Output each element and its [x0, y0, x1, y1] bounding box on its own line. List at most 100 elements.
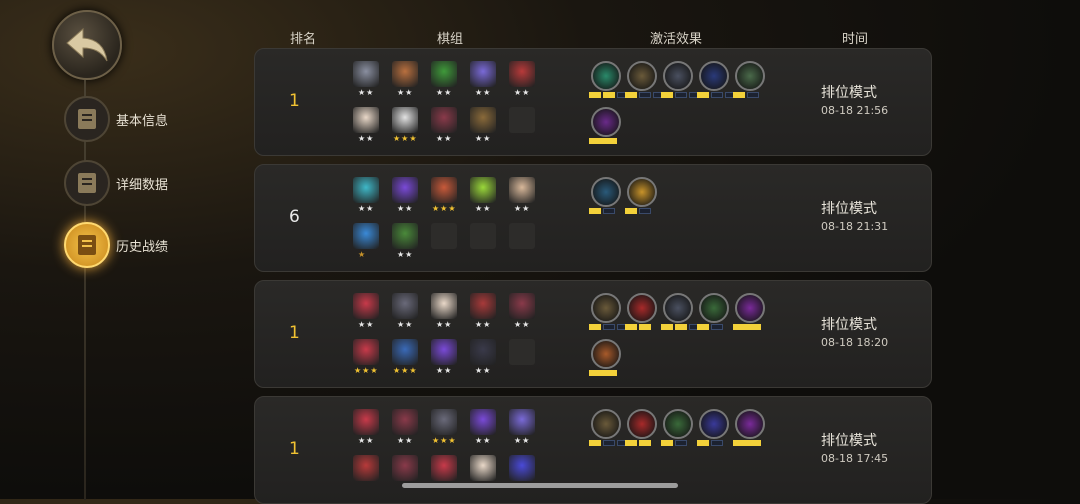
unit-stars: ★★★ [432, 204, 457, 213]
trait-level-bar [625, 324, 651, 330]
unit-portrait[interactable] [431, 293, 457, 319]
trait-level-bar [589, 440, 629, 446]
unit-portrait[interactable] [353, 177, 379, 203]
unit-stars: ★★ [475, 436, 492, 445]
beast-icon[interactable] [591, 339, 621, 369]
crossbow-icon[interactable] [699, 293, 729, 323]
back-button[interactable] [52, 10, 122, 80]
unit-stars: ★★ [436, 88, 453, 97]
match-time: 08-18 17:45 [821, 452, 889, 465]
unit-portrait[interactable] [470, 177, 496, 203]
unit-portrait[interactable] [353, 223, 379, 249]
unit-portrait[interactable] [353, 107, 379, 133]
unit-portrait[interactable] [431, 107, 457, 133]
unit-portrait[interactable] [509, 455, 535, 481]
unit-portrait[interactable] [353, 339, 379, 365]
match-time: 08-18 21:56 [821, 104, 889, 117]
fish-icon[interactable] [699, 409, 729, 439]
game-mode: 排位模式 [821, 433, 877, 449]
unit-portrait[interactable] [431, 455, 457, 481]
crossbow-icon[interactable] [663, 409, 693, 439]
unit-portrait[interactable] [392, 455, 418, 481]
goblin-icon[interactable] [627, 177, 657, 207]
unit-portrait[interactable] [431, 409, 457, 435]
match-time: 08-18 21:31 [821, 220, 889, 233]
unit-stars: ★★ [358, 320, 375, 329]
trait-level-bar [589, 208, 615, 214]
demon-icon[interactable] [735, 409, 765, 439]
unit-portrait[interactable] [392, 293, 418, 319]
helmet-icon[interactable] [663, 61, 693, 91]
unit-portrait[interactable] [392, 61, 418, 87]
unit-stars: ★★★ [393, 134, 418, 143]
unit-portrait[interactable] [431, 177, 457, 203]
unit-portrait[interactable] [470, 409, 496, 435]
column-header-rank: 排名 [290, 32, 317, 47]
demon-icon[interactable] [591, 107, 621, 137]
unit-portrait[interactable] [353, 293, 379, 319]
unit-portrait[interactable] [353, 455, 379, 481]
match-card[interactable]: 1 ★★ ★★ ★★ ★★ ★★ ★★ ★★★ ★★ ★★ 排位模式 08-18 21:56 [254, 48, 932, 156]
trait-level-bar [589, 324, 629, 330]
unit-portrait[interactable] [353, 409, 379, 435]
unit-portrait[interactable] [431, 339, 457, 365]
trait-level-bar [733, 92, 759, 98]
mask-icon[interactable] [699, 61, 729, 91]
nav-label: 基本信息 [116, 113, 169, 129]
unit-portrait[interactable] [431, 61, 457, 87]
unit-stars: ★★ [475, 366, 492, 375]
unit-portrait[interactable] [509, 61, 535, 87]
column-header-traits: 激活效果 [650, 32, 703, 47]
nav-item-1[interactable]: 基本信息 [64, 96, 168, 142]
trait-level-bar [733, 324, 761, 330]
trait-level-bar [589, 138, 617, 144]
unit-stars: ★★ [358, 134, 375, 143]
nav-item-3[interactable]: 历史战绩 [64, 222, 168, 268]
unit-portrait[interactable] [392, 107, 418, 133]
unit-portrait[interactable] [392, 339, 418, 365]
match-card[interactable]: 1 ★★ ★★ ★★ ★★ ★★ ★★★ ★★★ ★★ ★★ 排位模式 08-18 18:20 [254, 280, 932, 388]
unit-portrait[interactable] [509, 293, 535, 319]
unit-stars: ★★ [475, 320, 492, 329]
empty-unit-slot [509, 339, 535, 365]
trait-level-bar [697, 92, 737, 98]
unit-stars: ★★ [397, 436, 414, 445]
unit-portrait[interactable] [470, 339, 496, 365]
axe-icon[interactable] [627, 61, 657, 91]
unit-stars: ★★ [436, 134, 453, 143]
unit-portrait[interactable] [470, 107, 496, 133]
claw-icon[interactable] [663, 293, 693, 323]
trait-level-bar [625, 92, 665, 98]
unit-portrait[interactable] [470, 455, 496, 481]
unit-stars: ★★ [514, 88, 531, 97]
unit-stars: ★★ [397, 250, 414, 259]
paw-icon[interactable] [591, 61, 621, 91]
arc-icon[interactable] [627, 409, 657, 439]
unit-portrait[interactable] [392, 223, 418, 249]
unit-portrait[interactable] [392, 177, 418, 203]
druid-icon[interactable] [735, 61, 765, 91]
demon-icon[interactable] [735, 293, 765, 323]
unit-portrait[interactable] [392, 409, 418, 435]
question-icon[interactable] [591, 177, 621, 207]
axe-icon[interactable] [591, 409, 621, 439]
rank-value: 1 [289, 91, 300, 111]
nav-item-2[interactable]: 详细数据 [64, 160, 168, 206]
arc-icon[interactable] [627, 293, 657, 323]
unit-stars: ★★★ [354, 366, 379, 375]
unit-portrait[interactable] [470, 61, 496, 87]
home-indicator [402, 483, 678, 488]
unit-portrait[interactable] [353, 61, 379, 87]
unit-stars: ★★ [514, 320, 531, 329]
rank-value: 1 [289, 439, 300, 459]
match-card[interactable]: 6 ★★ ★★ ★★★ ★★ ★★ ★ ★★ 排位模式 08-18 21:31 [254, 164, 932, 272]
unit-stars: ★★ [397, 320, 414, 329]
axe-icon[interactable] [591, 293, 621, 323]
trait-level-bar [733, 440, 761, 446]
unit-portrait[interactable] [470, 293, 496, 319]
unit-stars: ★★ [475, 88, 492, 97]
unit-portrait[interactable] [509, 177, 535, 203]
rank-value: 6 [289, 207, 300, 227]
unit-portrait[interactable] [509, 409, 535, 435]
unit-stars: ★★★ [432, 436, 457, 445]
